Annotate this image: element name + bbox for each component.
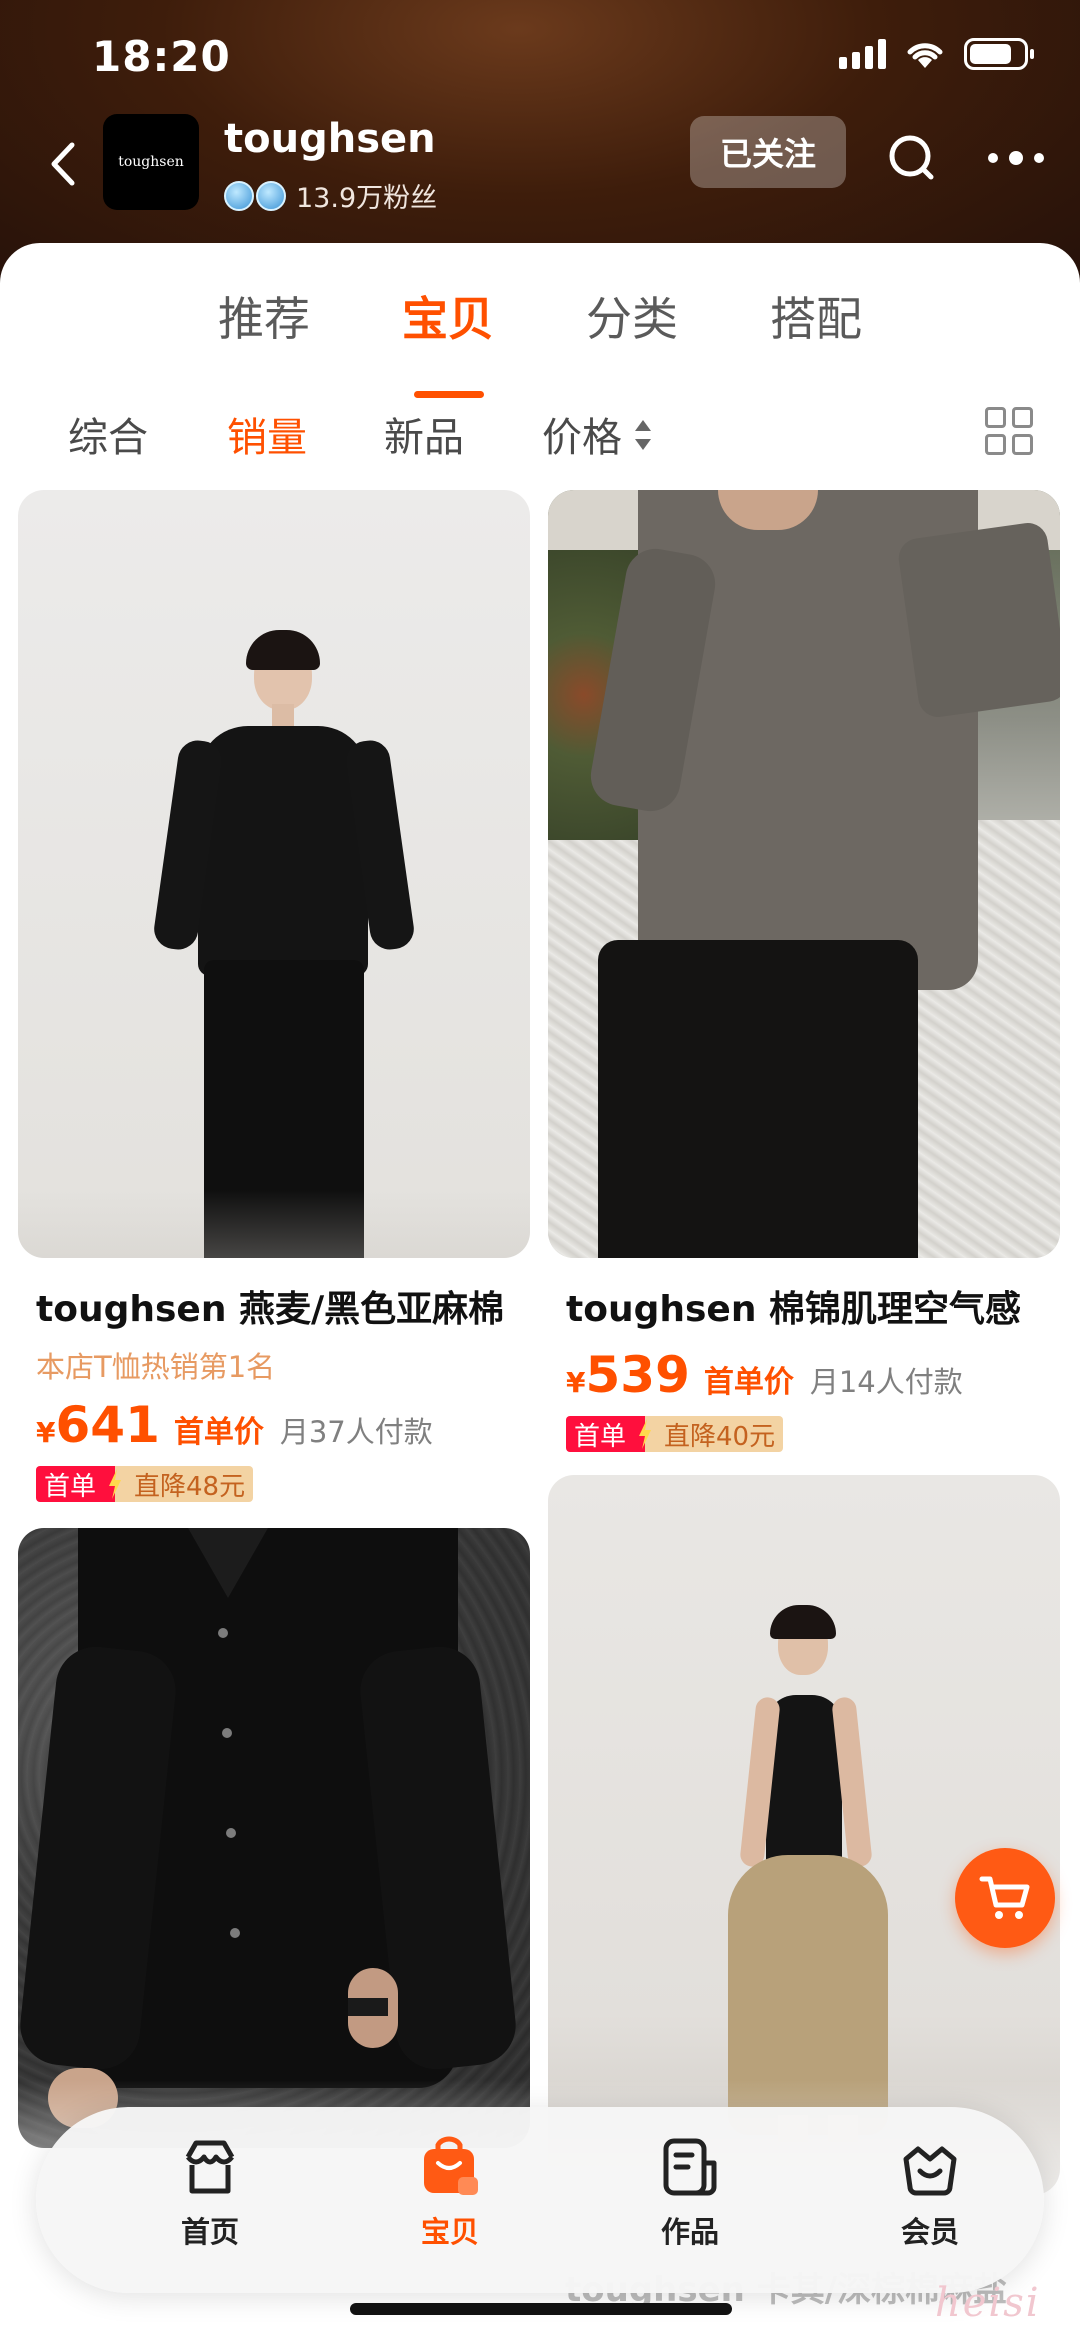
status-time: 18:20: [92, 32, 231, 81]
lightning-icon: [104, 1466, 127, 1502]
more-dot-icon: [1009, 151, 1023, 165]
sort-comprehensive[interactable]: 综合: [68, 405, 148, 463]
nav-home[interactable]: 首页: [130, 2135, 290, 2251]
more-dot-icon: [1034, 153, 1044, 163]
shop-meta: 13.9万粉丝: [224, 176, 437, 215]
promo-first-order: 首单: [566, 1416, 635, 1452]
shop-home-icon: [185, 2140, 235, 2194]
promo-first-order: 首单: [36, 1466, 105, 1502]
cart-icon: [979, 1876, 1030, 1919]
status-icons: [839, 38, 1034, 70]
product-image[interactable]: [548, 490, 1060, 1258]
works-icon: [663, 2138, 717, 2196]
sort-bar: 综合 销量 新品 价格: [0, 405, 1080, 465]
promo-discount: 直降40元: [656, 1416, 784, 1452]
tab-recommend[interactable]: 推荐: [218, 283, 310, 349]
watermark: heisi: [935, 2280, 1041, 2326]
main-tabs: 推荐 宝贝 分类 搭配: [0, 283, 1080, 398]
product-image[interactable]: [18, 490, 530, 1258]
tab-outfits[interactable]: 搭配: [770, 283, 862, 349]
sort-sales[interactable]: 销量: [227, 405, 307, 463]
status-bar: 18:20: [0, 0, 1080, 112]
crown-badge-icon: [224, 180, 254, 211]
product-price: 641: [55, 1396, 160, 1454]
nav-membership[interactable]: 会员: [850, 2135, 1010, 2251]
membership-basket-icon: [903, 2146, 957, 2196]
promo-badge: 首单 直降48元: [36, 1466, 530, 1502]
cart-button[interactable]: [955, 1848, 1055, 1948]
bottom-nav: 首页 宝贝 作品 会员: [36, 2107, 1044, 2293]
wifi-icon: [907, 43, 943, 68]
follow-button[interactable]: 已关注: [690, 116, 846, 188]
price-label: 首单价: [173, 1415, 264, 1450]
more-dot-icon: [988, 153, 998, 163]
more-options-button[interactable]: [988, 138, 1044, 178]
nav-label: 首页: [180, 2215, 239, 2249]
sort-price[interactable]: 价格: [542, 405, 622, 463]
home-indicator[interactable]: [350, 2303, 732, 2315]
product-title[interactable]: toughsen 棉锦肌理空气感: [548, 1280, 1060, 1332]
search-button[interactable]: [884, 130, 940, 186]
shop-bar: toughsen toughsen 13.9万粉丝 已关注: [0, 112, 1080, 242]
grid-cell-icon: [1012, 407, 1033, 428]
price-label: 首单价: [703, 1365, 794, 1400]
tab-products[interactable]: 宝贝: [402, 283, 494, 349]
tab-categories[interactable]: 分类: [586, 283, 678, 349]
product-card[interactable]: [18, 1528, 530, 2148]
back-button[interactable]: [38, 134, 88, 194]
sort-arrows-icon: [635, 420, 651, 450]
search-icon: [889, 135, 934, 180]
currency-symbol: ¥: [36, 1416, 56, 1449]
nav-label: 宝贝: [420, 2215, 479, 2249]
promo-badge: 首单 直降40元: [566, 1416, 1060, 1452]
grid-cell-icon: [1012, 434, 1033, 455]
follower-count: 13.9万粉丝: [296, 183, 438, 214]
shop-name[interactable]: toughsen: [224, 116, 436, 162]
currency-symbol: ¥: [566, 1366, 586, 1399]
cellular-signal-icon: [839, 39, 886, 69]
product-card[interactable]: toughsen 棉锦肌理空气感 ¥ 539 首单价 月14人付款 首单 直降4…: [548, 490, 1060, 1452]
chevron-left-icon: [51, 142, 75, 186]
nav-products[interactable]: 宝贝: [370, 2135, 530, 2251]
product-price: 539: [585, 1346, 690, 1404]
nav-works[interactable]: 作品: [610, 2135, 770, 2251]
battery-icon: [964, 38, 1034, 70]
layout-toggle-button[interactable]: [985, 407, 1033, 455]
product-card[interactable]: toughsen 燕麦/黑色亚麻棉 本店T恤热销第1名 ¥ 641 首单价 月3…: [18, 490, 530, 1502]
active-tab-indicator: [414, 391, 484, 398]
sort-new[interactable]: 新品: [384, 405, 464, 463]
shop-logo[interactable]: toughsen: [103, 114, 199, 210]
shopping-bag-icon: [424, 2136, 478, 2195]
nav-label: 会员: [900, 2215, 959, 2249]
price-row: ¥ 641 首单价 月37人付款: [18, 1396, 530, 1454]
product-image[interactable]: [18, 1528, 530, 2148]
lightning-icon: [634, 1416, 657, 1452]
nav-label: 作品: [660, 2215, 719, 2249]
promo-discount: 直降48元: [126, 1466, 254, 1502]
product-ranking: 本店T恤热销第1名: [36, 1350, 276, 1384]
grid-cell-icon: [985, 407, 1006, 428]
crown-badge-icon: [256, 180, 286, 211]
grid-cell-icon: [985, 434, 1006, 455]
price-row: ¥ 539 首单价 月14人付款: [548, 1346, 1060, 1404]
product-title[interactable]: toughsen 燕麦/黑色亚麻棉: [18, 1280, 530, 1332]
monthly-sales: 月14人付款: [809, 1365, 963, 1399]
monthly-sales: 月37人付款: [279, 1415, 433, 1449]
